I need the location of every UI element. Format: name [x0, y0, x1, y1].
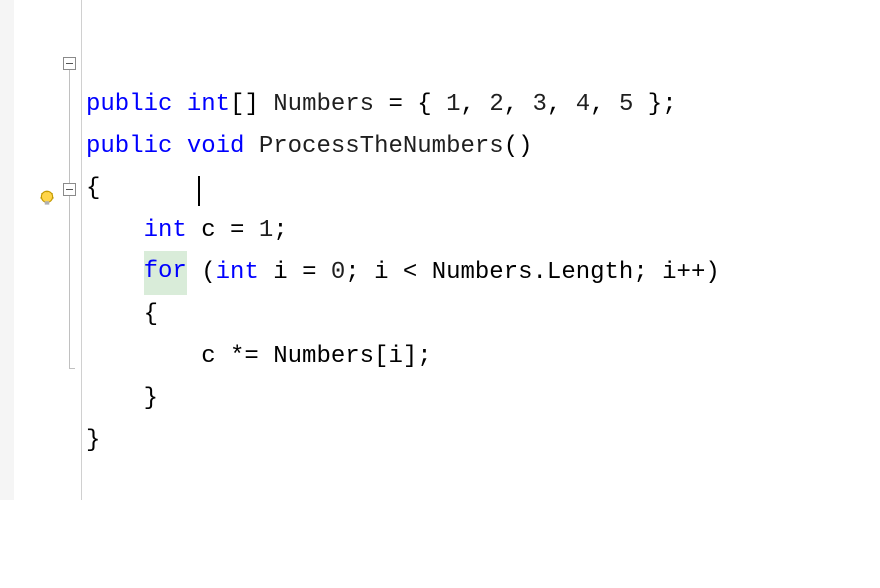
code-line[interactable]: public int[] Numbers = { 1, 2, 3, 4, 5 }…	[86, 84, 880, 126]
token-kw: int	[144, 210, 187, 252]
token: ()	[504, 126, 533, 168]
token-num: 2	[489, 84, 503, 126]
indicator-margin	[0, 0, 14, 500]
gutter	[14, 0, 82, 500]
code-area[interactable]: public int[] Numbers = { 1, 2, 3, 4, 5 }…	[82, 0, 880, 500]
token: i =	[259, 252, 331, 294]
token: ;	[273, 210, 287, 252]
code-line[interactable]: {	[86, 294, 880, 336]
indent	[86, 294, 144, 336]
token: c *= Numbers[i];	[201, 336, 431, 378]
token: ,	[461, 84, 490, 126]
token-num: 1	[446, 84, 460, 126]
code-line[interactable]: }	[86, 420, 880, 462]
token-kw: public	[86, 84, 172, 126]
token-kw: void	[187, 126, 245, 168]
fold-toggle-icon[interactable]	[63, 183, 76, 196]
token: = {	[374, 84, 446, 126]
text-caret	[198, 176, 200, 206]
token-num: 4	[576, 84, 590, 126]
token: }	[86, 420, 100, 462]
code-line[interactable]: int c = 1;	[86, 210, 880, 252]
token: []	[230, 84, 273, 126]
token	[244, 126, 258, 168]
token-kw: public	[86, 126, 172, 168]
token: {	[144, 294, 158, 336]
code-line[interactable]: public void ProcessTheNumbers()	[86, 126, 880, 168]
token-method: ProcessTheNumbers	[259, 126, 504, 168]
token-kw: int	[216, 252, 259, 294]
token-num: 3	[533, 84, 547, 126]
code-line[interactable]: for (int i = 0; i < Numbers.Length; i++)	[86, 252, 880, 294]
fold-guide-line	[69, 70, 70, 368]
fold-guide-end	[69, 368, 75, 369]
token-num: 1	[259, 210, 273, 252]
indent	[86, 210, 144, 252]
code-line[interactable]: {	[86, 168, 880, 210]
token: ,	[504, 84, 533, 126]
token: };	[633, 84, 676, 126]
indent	[86, 252, 144, 294]
token: c =	[187, 210, 259, 252]
token: }	[144, 378, 158, 420]
token: {	[86, 168, 100, 210]
fold-toggle-icon[interactable]	[63, 57, 76, 70]
indent	[86, 336, 201, 378]
token: ; i < Numbers.Length; i++)	[345, 252, 719, 294]
code-line[interactable]: c *= Numbers[i];	[86, 336, 880, 378]
token	[172, 84, 186, 126]
token: ,	[590, 84, 619, 126]
token: ,	[547, 84, 576, 126]
token-kw: for	[144, 251, 187, 295]
token-num: 0	[331, 252, 345, 294]
token-ident: Numbers	[273, 84, 374, 126]
token-kw: int	[187, 84, 230, 126]
token: (	[187, 252, 216, 294]
code-line[interactable]: }	[86, 378, 880, 420]
token-num: 5	[619, 84, 633, 126]
token	[172, 126, 186, 168]
lightbulb-icon[interactable]	[38, 182, 56, 200]
indent	[86, 378, 144, 420]
code-editor[interactable]: public int[] Numbers = { 1, 2, 3, 4, 5 }…	[0, 0, 880, 500]
